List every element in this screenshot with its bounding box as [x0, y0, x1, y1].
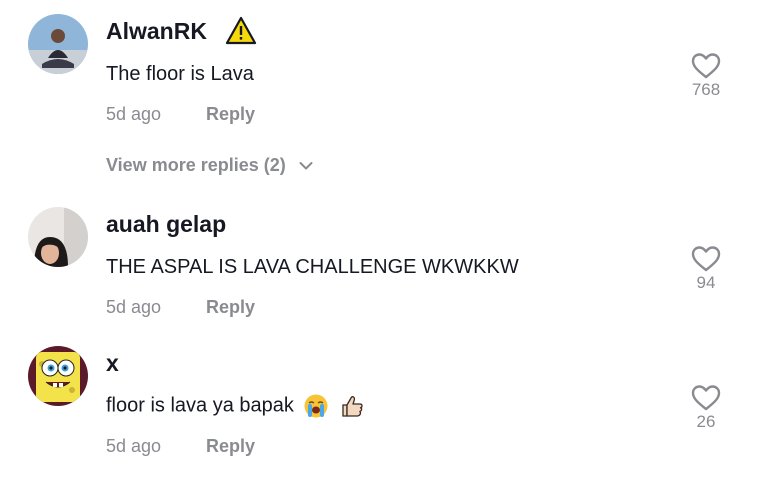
reply-button[interactable]: Reply: [206, 104, 255, 124]
thumbs-up-icon: [342, 396, 363, 417]
comment-meta: 5d ago Reply: [106, 104, 255, 125]
username[interactable]: AlwanRK: [106, 18, 207, 45]
heart-icon: [691, 246, 721, 272]
comment-time: 5d ago: [106, 436, 162, 456]
spongebob-avatar-icon: [28, 346, 88, 406]
comment-time: 5d ago: [106, 297, 162, 317]
avatar[interactable]: [28, 346, 88, 406]
avatar-image: [28, 14, 88, 74]
like-button[interactable]: 94: [685, 245, 727, 293]
reply-button[interactable]: Reply: [206, 297, 255, 317]
comment-text: floor is lava ya bapak: [106, 393, 365, 419]
like-count: 768: [691, 80, 721, 99]
heart-icon: [691, 53, 721, 79]
view-more-replies-button[interactable]: View more replies (2): [106, 155, 313, 176]
like-button[interactable]: 768: [685, 52, 727, 100]
comment-meta: 5d ago Reply: [106, 436, 255, 457]
comment-time: 5d ago: [106, 104, 162, 124]
comment-text: The floor is Lava: [106, 63, 254, 85]
username[interactable]: auah gelap: [106, 211, 226, 238]
avatar[interactable]: [28, 14, 88, 74]
comment-text: THE ASPAL IS LAVA CHALLENGE WKWKKW: [106, 256, 519, 278]
avatar-image: [28, 207, 88, 267]
avatar[interactable]: [28, 207, 88, 267]
like-button[interactable]: 26: [685, 384, 727, 432]
like-count: 26: [696, 412, 716, 431]
username[interactable]: x: [106, 350, 119, 377]
comment-meta: 5d ago Reply: [106, 297, 255, 318]
reply-button[interactable]: Reply: [206, 436, 255, 456]
warning-icon: [225, 16, 257, 45]
chevron-down-icon: [299, 162, 313, 170]
like-count: 94: [696, 273, 716, 292]
view-more-replies-label: View more replies (2): [106, 155, 286, 175]
comment-text-content: floor is lava ya bapak: [106, 394, 294, 417]
loudly-crying-face-icon: [304, 394, 328, 418]
heart-icon: [691, 385, 721, 411]
